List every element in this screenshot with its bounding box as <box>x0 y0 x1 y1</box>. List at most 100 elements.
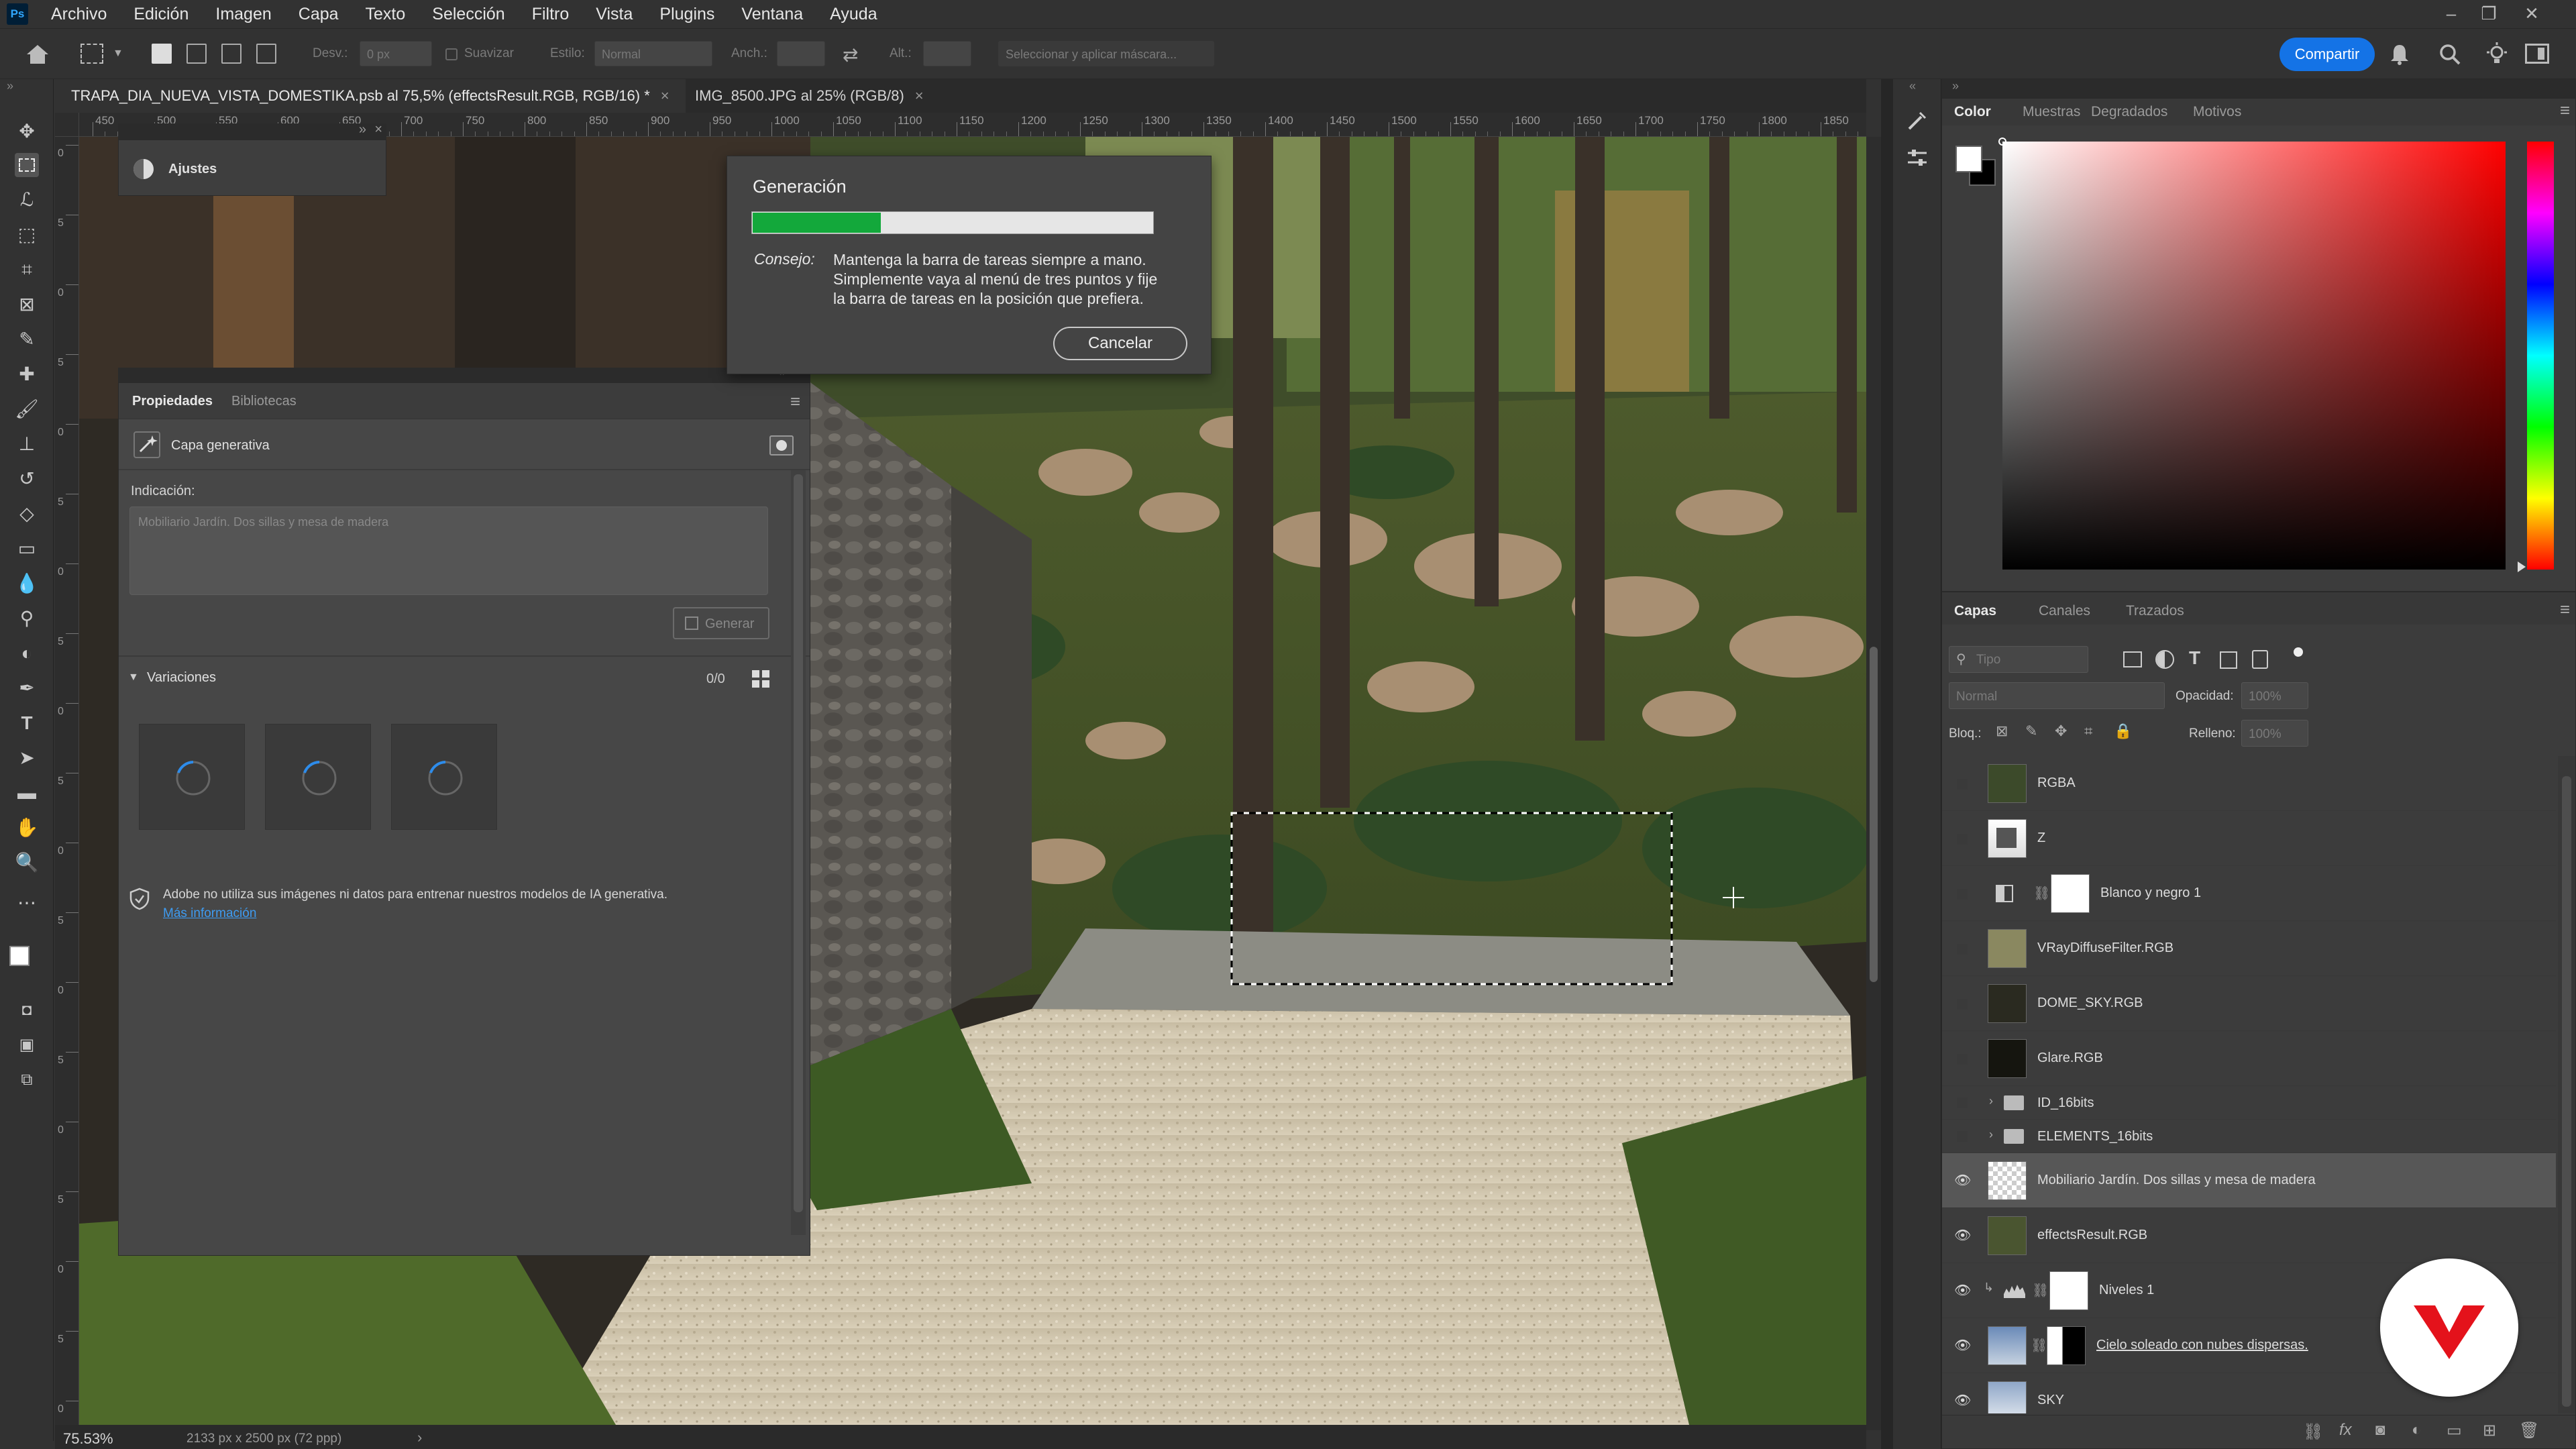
layer-mask-thumbnail[interactable] <box>2047 1326 2086 1365</box>
menu-imagen[interactable]: Imagen <box>202 5 284 24</box>
zoom-tool-icon[interactable]: 🔍 <box>15 851 39 875</box>
layer-mask-icon[interactable] <box>769 435 794 455</box>
layers-scrollbar[interactable] <box>2558 756 2575 1413</box>
tab-degradados[interactable]: Degradados <box>2091 104 2167 120</box>
chevron-down-icon[interactable]: ▼ <box>128 672 139 684</box>
tab-trazados[interactable]: Trazados <box>2126 603 2184 619</box>
new-group-icon[interactable]: ▭ <box>2447 1421 2462 1440</box>
filter-toggle-icon[interactable] <box>2294 647 2303 657</box>
brush-tool-icon[interactable]: 🖌 <box>15 397 39 421</box>
layer-group-row[interactable]: › ELEMENTS_16bits <box>1942 1120 2556 1153</box>
layer-row[interactable]: Glare.RGB <box>1942 1031 2556 1086</box>
minimize-button[interactable]: – <box>2435 1 2467 25</box>
tab-propiedades[interactable]: Propiedades <box>132 394 213 409</box>
object-selection-tool-icon[interactable]: ⬚ <box>15 223 39 247</box>
hue-slider-handle[interactable] <box>2518 561 2526 572</box>
visibility-toggle[interactable] <box>1957 944 1968 955</box>
chevron-right-icon[interactable]: › <box>1989 1094 1993 1108</box>
eye-icon[interactable]: 👁 <box>1954 1227 1972 1243</box>
sponge-tool-icon[interactable]: ◐ <box>15 641 39 665</box>
tab-capas[interactable]: Capas <box>1954 603 1996 619</box>
menu-seleccion[interactable]: Selección <box>419 5 518 24</box>
eye-icon[interactable]: 👁 <box>1954 1282 1972 1298</box>
trash-icon[interactable]: 🗑 <box>2519 1421 2539 1440</box>
layer-row-selected[interactable]: 👁 Mobiliario Jardín. Dos sillas y mesa d… <box>1942 1153 2556 1208</box>
path-selection-tool-icon[interactable]: ➤ <box>15 746 39 770</box>
prompt-input[interactable]: Mobiliario Jardín. Dos sillas y mesa de … <box>129 506 768 595</box>
frame-tool-icon[interactable]: ⊠ <box>15 292 39 317</box>
variation-thumbnail[interactable] <box>139 724 245 830</box>
filter-smartobject-icon[interactable] <box>2252 650 2268 669</box>
workspace-icon[interactable] <box>2525 44 2549 64</box>
lock-position-icon[interactable]: ✥ <box>2055 722 2067 740</box>
grid-view-icon[interactable] <box>751 669 771 689</box>
layer-row[interactable]: RGBA <box>1942 756 2556 811</box>
subtract-selection-icon[interactable] <box>221 44 241 64</box>
filter-type-icon[interactable]: T <box>2189 647 2200 669</box>
foreground-color-swatch[interactable] <box>9 946 30 966</box>
eye-icon[interactable]: 👁 <box>1954 1392 1972 1408</box>
visibility-toggle[interactable] <box>1957 1131 1968 1142</box>
tab-img8500[interactable]: IMG_8500.JPG al 25% (RGB/8) × <box>679 79 940 113</box>
layer-row[interactable]: 👁 effectsResult.RGB <box>1942 1208 2556 1263</box>
menu-plugins[interactable]: Plugins <box>646 5 728 24</box>
zoom-level[interactable]: 75.53% <box>63 1430 113 1448</box>
chevron-down-icon[interactable]: ▼ <box>113 48 123 60</box>
lock-transparent-icon[interactable]: ⊠ <box>1996 722 2008 740</box>
variation-thumbnail[interactable] <box>265 724 371 830</box>
adjustment-sliders-icon[interactable] <box>1905 146 1929 170</box>
visibility-toggle[interactable] <box>1957 999 1968 1010</box>
gradient-tool-icon[interactable]: ▭ <box>15 537 39 561</box>
screen-mode-icon[interactable]: ▣ <box>15 1033 39 1057</box>
layer-mask-thumbnail[interactable] <box>2049 1271 2088 1310</box>
visibility-toggle[interactable] <box>1957 889 1968 900</box>
fill-input[interactable]: 100% <box>2241 720 2308 747</box>
search-icon[interactable] <box>2438 42 2462 66</box>
foreground-color-swatch[interactable] <box>1955 146 1982 172</box>
filter-pixel-icon[interactable] <box>2123 651 2142 667</box>
brush-settings-icon[interactable] <box>1905 109 1929 133</box>
saturation-brightness-picker[interactable] <box>1998 138 2506 570</box>
select-mask-button[interactable]: Seleccionar y aplicar máscara... <box>998 41 1214 66</box>
menu-ventana[interactable]: Ventana <box>728 5 816 24</box>
height-input[interactable] <box>923 41 971 66</box>
layer-mask-thumbnail[interactable] <box>2051 874 2090 913</box>
bell-icon[interactable] <box>2388 42 2411 66</box>
menu-capa[interactable]: Capa <box>285 5 352 24</box>
quick-mask-icon[interactable]: ◘ <box>15 998 39 1022</box>
collapse-toolbar-icon[interactable]: » <box>7 79 13 93</box>
tab-color[interactable]: Color <box>1954 104 1991 120</box>
style-select[interactable]: Normal <box>594 41 712 66</box>
layer-row[interactable]: ⛓ Blanco y negro 1 <box>1942 866 2556 921</box>
tab-motivos[interactable]: Motivos <box>2193 104 2241 120</box>
more-info-link[interactable]: Más información <box>163 906 256 921</box>
move-tool-icon[interactable]: ✥ <box>15 119 39 144</box>
width-input[interactable] <box>777 41 825 66</box>
layer-group-row[interactable]: › ID_16bits <box>1942 1086 2556 1120</box>
chevron-right-icon[interactable]: › <box>1989 1128 1993 1142</box>
type-tool-icon[interactable]: T <box>15 711 39 735</box>
link-icon[interactable]: ⛓ <box>2031 1337 2047 1354</box>
filter-shape-icon[interactable] <box>2220 651 2237 669</box>
layer-row[interactable]: VRayDiffuseFilter.RGB <box>1942 921 2556 976</box>
share-button[interactable]: Compartir <box>2279 38 2375 71</box>
intersect-selection-icon[interactable] <box>256 44 276 64</box>
hand-tool-icon[interactable]: ✋ <box>15 816 39 840</box>
marquee-preset-icon[interactable] <box>80 44 103 64</box>
visibility-toggle[interactable] <box>1957 1054 1968 1065</box>
menu-texto[interactable]: Texto <box>352 5 419 24</box>
layer-filter-search[interactable]: ⚲ Tipo <box>1949 646 2088 673</box>
properties-scrollbar[interactable] <box>791 470 806 1235</box>
hue-slider[interactable] <box>2527 142 2554 570</box>
filter-adjustment-icon[interactable] <box>2155 650 2174 669</box>
cancel-button[interactable]: Cancelar <box>1053 327 1187 360</box>
home-icon[interactable] <box>24 42 51 66</box>
ajustes-panel[interactable]: Ajustes <box>118 140 386 196</box>
opacity-input[interactable]: 100% <box>2241 682 2308 709</box>
clone-stamp-tool-icon[interactable]: ⊥ <box>15 432 39 456</box>
new-adjustment-icon[interactable]: ◐ <box>2412 1421 2422 1440</box>
close-window-button[interactable]: ✕ <box>2516 1 2548 25</box>
marquee-tool-icon[interactable] <box>15 153 39 177</box>
layer-row[interactable]: DOME_SKY.RGB <box>1942 976 2556 1031</box>
collapse-icon[interactable]: » <box>1952 79 1959 93</box>
